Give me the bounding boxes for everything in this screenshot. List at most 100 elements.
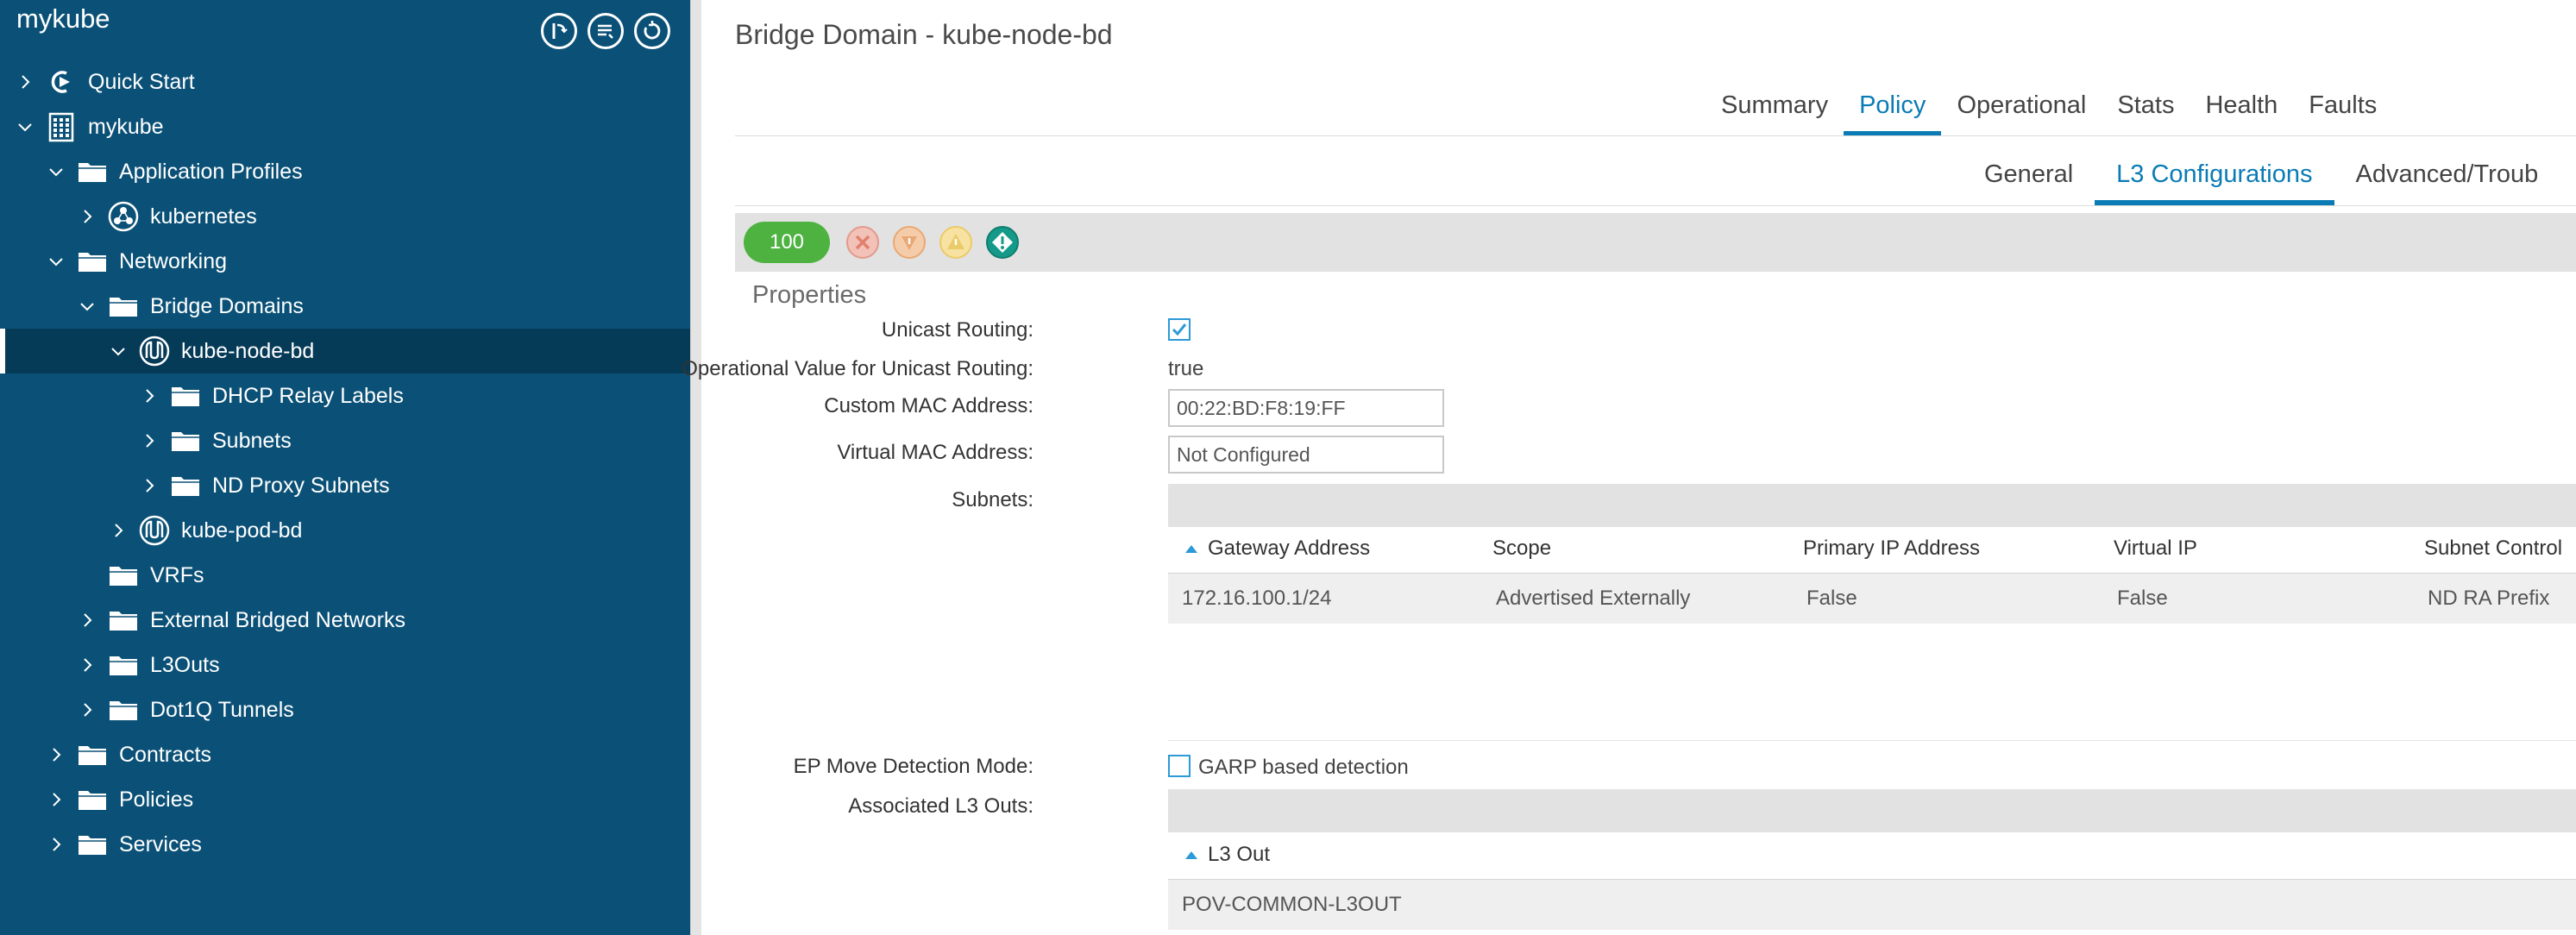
tree-node-networking[interactable]: Networking [0, 239, 690, 284]
tree-node-kube-pod-bd[interactable]: kube-pod-bd [0, 508, 690, 553]
tree-node-label: kube-pod-bd [181, 518, 303, 543]
subnets-column-header[interactable]: Subnet Control [2424, 524, 2562, 573]
health-score-badge[interactable]: 100 [744, 222, 830, 263]
subnets-table-cell: 172.16.100.1/24 [1182, 587, 1332, 610]
l3out-table-cell: POV-COMMON-L3OUT [1182, 893, 1402, 916]
tree-node-kube-node-bd[interactable]: kube-node-bd [0, 329, 690, 373]
chevron-right-icon[interactable] [78, 656, 97, 675]
chevron-down-icon[interactable] [47, 252, 66, 271]
virtual-mac-field[interactable]: Not Configured [1168, 436, 1444, 474]
tree-node-vrfs[interactable]: VRFs [0, 553, 690, 598]
tree-node-label: External Bridged Networks [150, 607, 405, 632]
chevron-right-icon[interactable] [78, 207, 97, 226]
folder-icon [169, 469, 202, 502]
chevron-right-icon[interactable] [47, 790, 66, 809]
folder-icon [169, 380, 202, 412]
tree-node-contracts[interactable]: Contracts [0, 732, 690, 777]
subnets-column-header[interactable]: Virtual IP [2114, 524, 2197, 573]
subtab-general[interactable]: General [1963, 160, 2095, 205]
chevron-right-icon[interactable] [140, 386, 159, 405]
tabs-divider [735, 135, 2576, 136]
subtab-advanced-troub[interactable]: Advanced/Troub [2334, 160, 2560, 205]
chevron-right-icon[interactable] [140, 476, 159, 495]
chevron-right-icon [78, 566, 97, 585]
virtual-mac-label: Virtual MAC Address: [837, 441, 1034, 464]
chevron-right-icon[interactable] [78, 700, 97, 719]
chevron-down-icon[interactable] [109, 342, 128, 361]
chevron-right-icon[interactable] [140, 431, 159, 450]
tree-node-dhcp-relay-labels[interactable]: DHCP Relay Labels [0, 373, 690, 418]
chevron-down-icon[interactable] [47, 162, 66, 181]
refresh-button[interactable] [634, 13, 670, 49]
tab-operational[interactable]: Operational [1941, 91, 2102, 136]
custom-mac-field[interactable]: 00:22:BD:F8:19:FF [1168, 389, 1444, 427]
properties-heading: Properties [752, 281, 867, 309]
tab-health[interactable]: Health [2190, 91, 2293, 136]
folder-icon [107, 604, 140, 637]
pane-divider[interactable] [690, 0, 701, 935]
chevron-down-icon[interactable] [78, 297, 97, 316]
tree-node-services[interactable]: Services [0, 822, 690, 867]
column-label: L3 Out [1208, 843, 1271, 866]
bridge-domain-icon [139, 336, 170, 367]
tree-node-external-bridged-networks[interactable]: External Bridged Networks [0, 598, 690, 643]
minor-fault-icon[interactable] [939, 225, 973, 260]
quick-start-icon [45, 66, 78, 98]
list-filter-icon [598, 24, 613, 39]
l3out-column-header[interactable]: L3 Out [1185, 831, 1270, 879]
folder-icon [76, 738, 109, 771]
tree-node-policies[interactable]: Policies [0, 777, 690, 822]
chevron-right-icon[interactable] [78, 611, 97, 630]
tab-faults[interactable]: Faults [2293, 91, 2392, 136]
tree-node-nd-proxy-subnets[interactable]: ND Proxy Subnets [0, 463, 690, 508]
subnets-table-toolbar [1168, 484, 2576, 527]
tree-node-bridge-domains[interactable]: Bridge Domains [0, 284, 690, 329]
l3out-table-row[interactable]: POV-COMMON-L3OUT [1168, 880, 2576, 930]
op-unicast-label: Operational Value for Unicast Routing: [682, 357, 1034, 380]
chevron-right-icon[interactable] [47, 835, 66, 854]
folder-icon [107, 559, 140, 592]
sort-ascending-icon [1185, 544, 1197, 553]
main-tabs: Summary Policy Operational Stats Health Fault… [1706, 91, 2392, 136]
tab-stats[interactable]: Stats [2102, 91, 2190, 136]
history-button[interactable] [541, 13, 577, 49]
bridge-domain-icon [139, 515, 170, 546]
tree-node-application-profiles[interactable]: Application Profiles [0, 149, 690, 194]
chevron-right-icon[interactable] [47, 745, 66, 764]
folder-icon [110, 298, 137, 317]
sub-tabs: General L3 Configurations Advanced/Troub [1963, 160, 2560, 205]
tree-node-l3outs[interactable]: L3Outs [0, 643, 690, 687]
folder-icon [172, 432, 199, 451]
list-filter-button[interactable] [587, 13, 624, 49]
folder-icon [76, 828, 109, 861]
warning-fault-icon[interactable] [985, 225, 1020, 260]
tree-node-subnets[interactable]: Subnets [0, 418, 690, 463]
garp-detection-checkbox[interactable] [1168, 755, 1191, 777]
tree-node-kubernetes[interactable]: kubernetes [0, 194, 690, 239]
subnets-column-header[interactable]: Scope [1492, 524, 1551, 573]
tree-node-quick-start[interactable]: Quick Start [0, 60, 690, 104]
assoc-l3outs-label: Associated L3 Outs: [848, 794, 1034, 818]
column-label: Primary IP Address [1803, 537, 1980, 560]
subnets-table-empty-area [1168, 624, 2576, 741]
chevron-right-icon[interactable] [109, 521, 128, 540]
unicast-routing-checkbox[interactable] [1168, 318, 1191, 341]
folder-icon [110, 656, 137, 675]
tab-summary[interactable]: Summary [1706, 91, 1844, 136]
subtabs-divider [735, 205, 2576, 206]
folder-icon [172, 477, 199, 496]
l3out-table-toolbar [1168, 789, 2576, 832]
critical-fault-icon[interactable] [845, 225, 880, 260]
health-toolbar: 100 [735, 213, 2576, 272]
subnets-column-header[interactable]: Gateway Address [1185, 524, 1370, 573]
chevron-right-icon[interactable] [16, 72, 35, 91]
tree-node-mykube[interactable]: mykube [0, 104, 690, 149]
column-label: Scope [1492, 537, 1552, 560]
major-fault-icon[interactable] [892, 225, 927, 260]
chevron-down-icon[interactable] [16, 117, 35, 136]
subnets-table-row[interactable]: 172.16.100.1/24 Advertised Externally Fals… [1168, 574, 2576, 624]
subtab-l3-configurations[interactable]: L3 Configurations [2095, 160, 2334, 205]
tree-node-dot1q-tunnels[interactable]: Dot1Q Tunnels [0, 687, 690, 732]
tab-policy[interactable]: Policy [1844, 91, 1942, 136]
subnets-column-header[interactable]: Primary IP Address [1803, 524, 1980, 573]
